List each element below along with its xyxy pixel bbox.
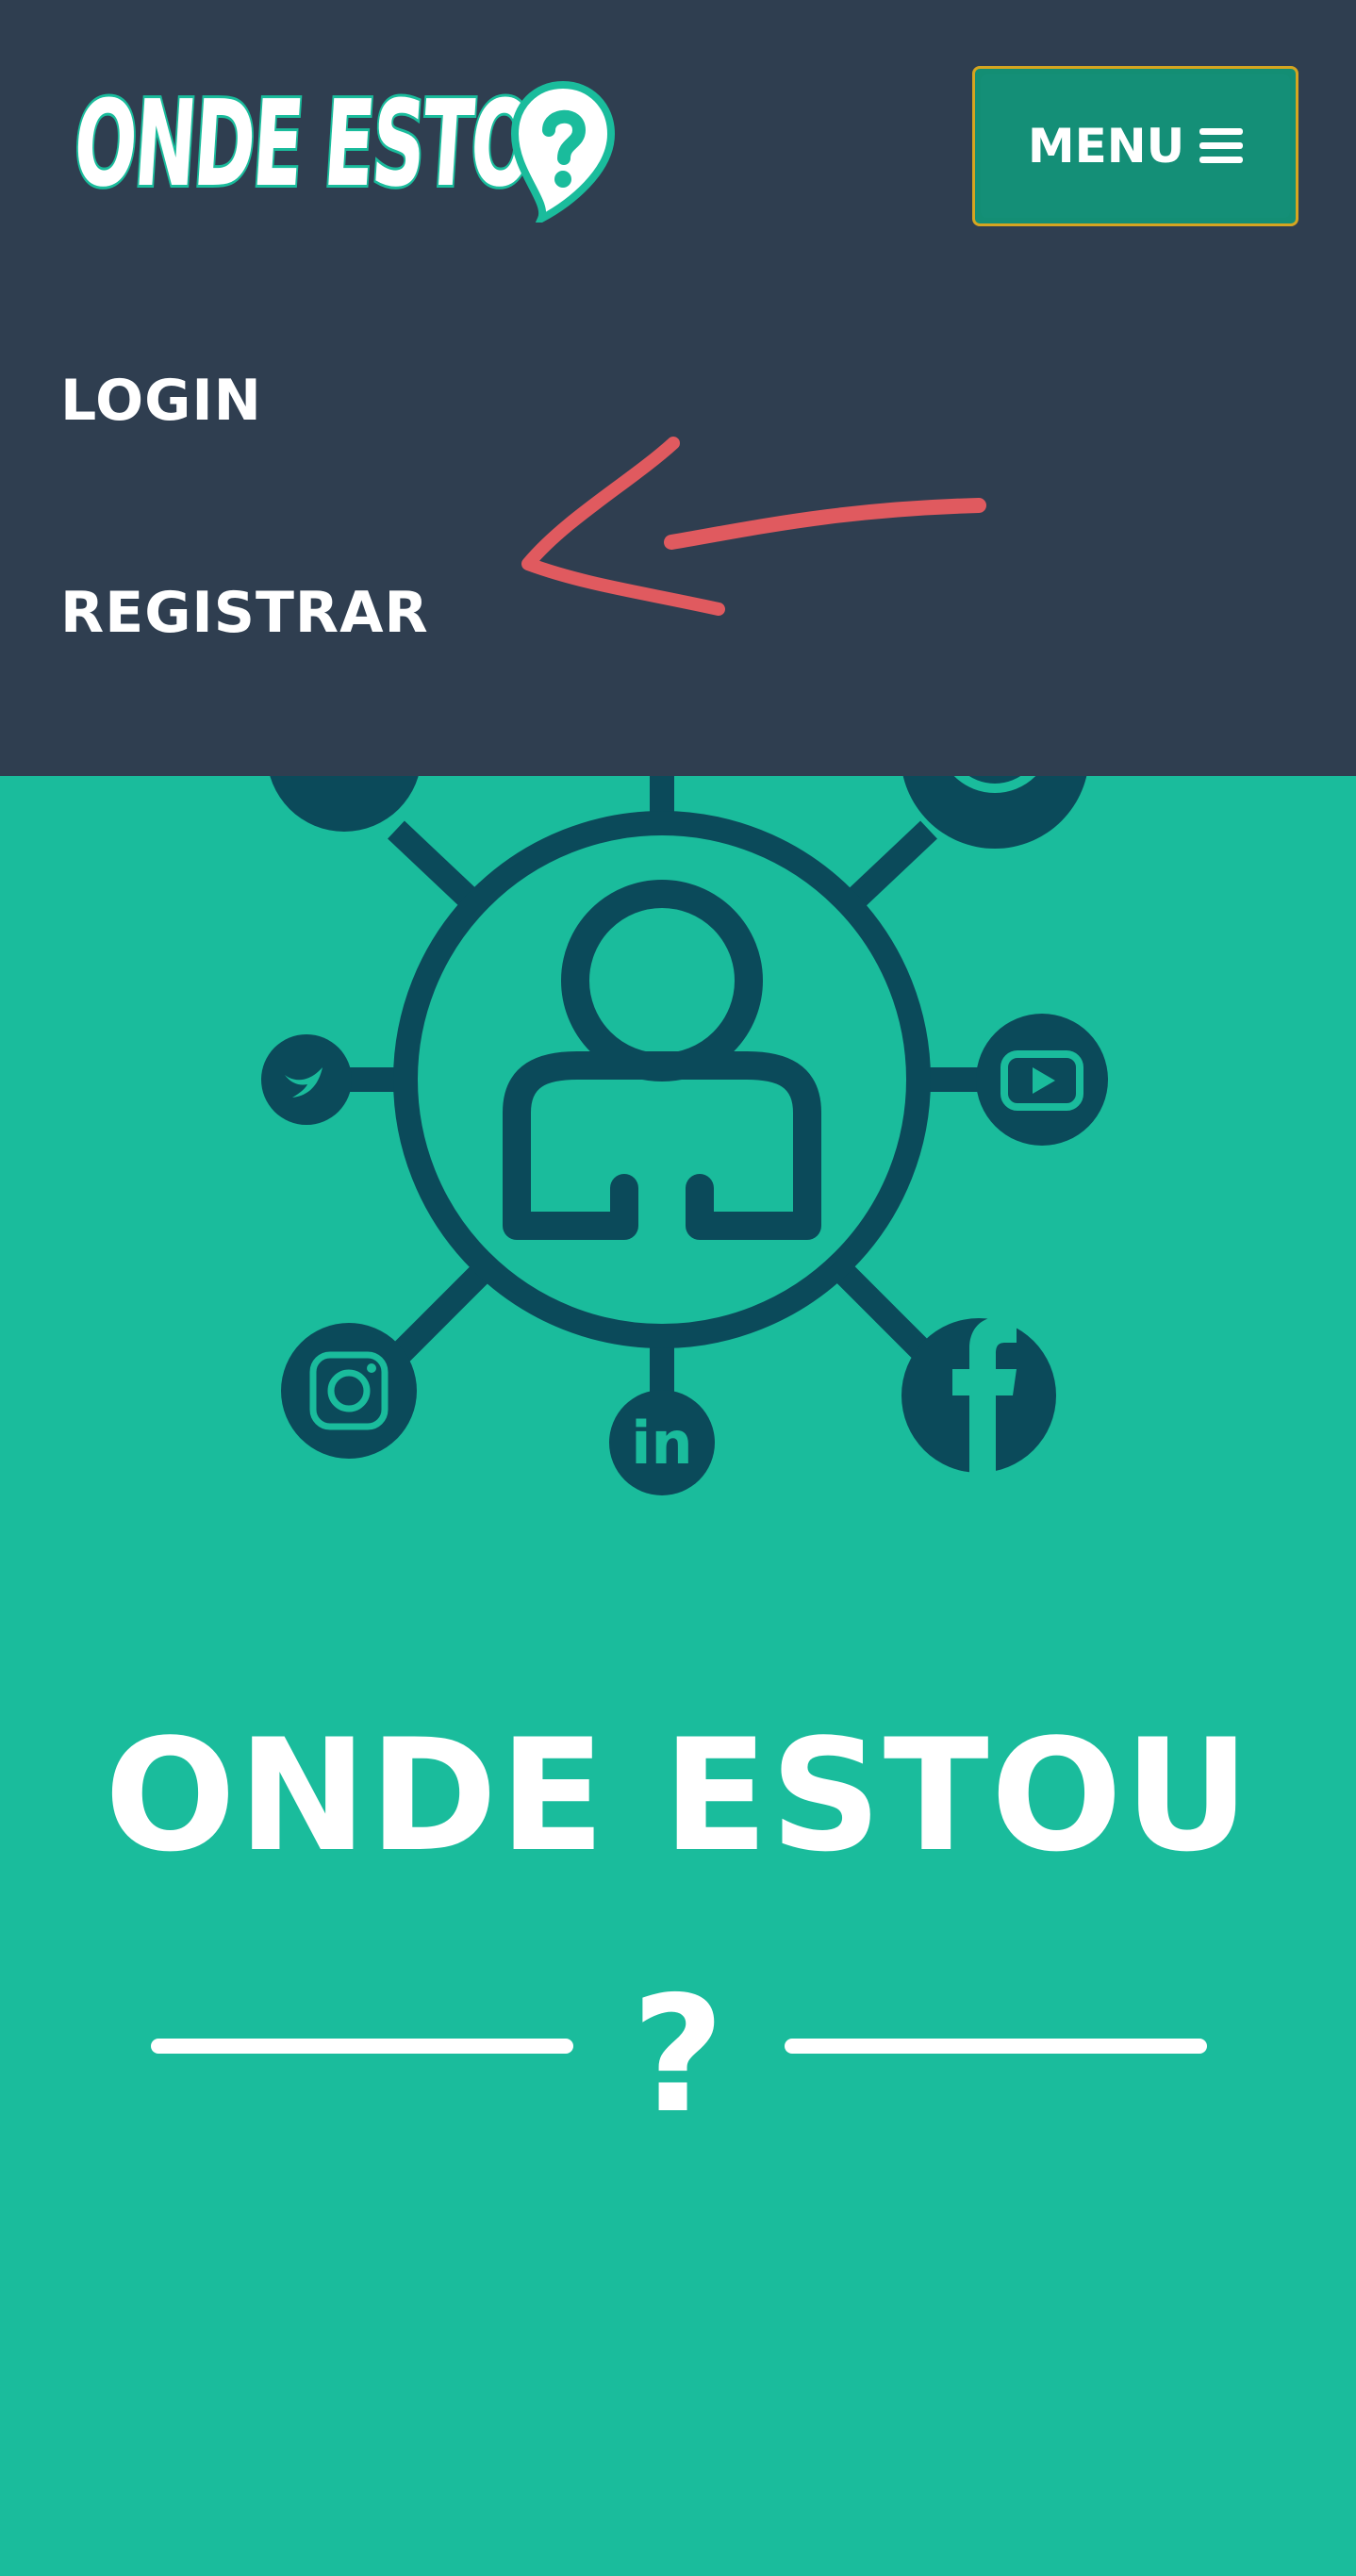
nav-link-registrar[interactable]: REGISTRAR (60, 580, 429, 646)
red-arrow-annotation-icon (509, 424, 1000, 645)
page: ONDE ESTOU MENU LOGIN REGISTRAR in ONDE … (0, 0, 1356, 2576)
twitter-icon (261, 1034, 352, 1125)
menu-button[interactable]: MENU (972, 66, 1298, 226)
linkedin-icon: in (609, 1390, 715, 1495)
hero-title: ONDE ESTOU (104, 1706, 1252, 1886)
user-icon (503, 880, 821, 1240)
youtube-icon (976, 1014, 1108, 1146)
facebook-icon (901, 1316, 1056, 1480)
instagram-icon (281, 1323, 417, 1459)
navbar: ONDE ESTOU MENU LOGIN REGISTRAR (0, 0, 1356, 776)
brand-logo[interactable]: ONDE ESTOU (68, 73, 615, 224)
menu-button-label: MENU (1027, 119, 1185, 173)
title-divider: ? (0, 1971, 1356, 2140)
social-network-hub-icon: in (207, 660, 1150, 1527)
hamburger-icon (1199, 128, 1244, 164)
nav-link-login[interactable]: LOGIN (60, 368, 262, 434)
menu-button-content: MENU (1027, 119, 1244, 173)
svg-text:in: in (631, 1409, 692, 1478)
divider-line-right (785, 2039, 1207, 2054)
question-mark-divider: ? (631, 1962, 725, 2149)
location-pin-question-icon (511, 81, 615, 223)
